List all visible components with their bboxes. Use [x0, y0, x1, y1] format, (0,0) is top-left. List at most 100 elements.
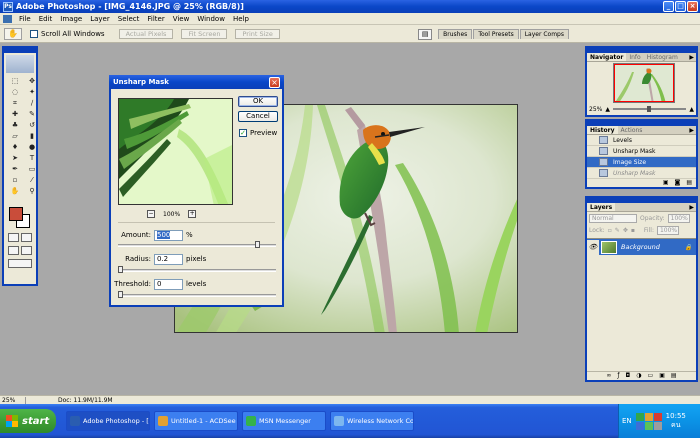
clock[interactable]: 10:55 คน	[666, 412, 686, 430]
shape-tool-icon[interactable]: ▭	[25, 164, 39, 174]
fit-screen-button[interactable]: Fit Screen	[181, 28, 228, 39]
security-icon[interactable]	[653, 412, 662, 421]
notes-tool-icon[interactable]: ▫	[8, 175, 22, 185]
opacity-field[interactable]: 100%	[667, 213, 690, 223]
maximize-button[interactable]: □	[675, 1, 686, 12]
tab-histogram[interactable]: Histogram	[644, 53, 681, 61]
messenger-icon[interactable]	[644, 421, 653, 430]
lock-all-icon[interactable]: ▪	[631, 227, 635, 234]
tab-navigator[interactable]: Navigator	[587, 53, 627, 61]
threshold-slider[interactable]	[118, 291, 276, 298]
usb-icon[interactable]	[653, 421, 662, 430]
radius-slider-thumb[interactable]	[118, 266, 123, 273]
full-screen-mode-button[interactable]	[21, 246, 32, 255]
pen-tool-icon[interactable]: ✒	[8, 164, 22, 174]
history-brush-tool-icon[interactable]: ↺	[25, 120, 39, 130]
hand-tool-preset-icon[interactable]: ✋	[4, 27, 22, 40]
menu-select[interactable]: Select	[114, 15, 144, 23]
delete-icon[interactable]: ▤	[686, 179, 692, 187]
language-indicator[interactable]: EN	[622, 417, 632, 425]
menu-edit[interactable]: Edit	[35, 15, 57, 23]
slice-tool-icon[interactable]: ∕	[25, 98, 39, 108]
tab-info[interactable]: Info	[626, 53, 643, 61]
layer-mask-icon[interactable]: ◘	[626, 372, 631, 380]
filter-preview[interactable]	[118, 98, 233, 205]
menu-file[interactable]: File	[15, 15, 35, 23]
lock-image-icon[interactable]: ✎	[615, 227, 620, 234]
zoom-tool-icon[interactable]: ⚲	[25, 186, 39, 196]
new-document-icon[interactable]: ▣	[663, 179, 669, 187]
menu-layer[interactable]: Layer	[86, 15, 114, 23]
menu-view[interactable]: View	[169, 15, 194, 23]
history-item-selected[interactable]: Image Size	[587, 157, 696, 168]
zoom-in-icon[interactable]: ▲	[689, 106, 694, 113]
new-layer-icon[interactable]: ▣	[659, 372, 665, 380]
ok-button[interactable]: OK	[238, 96, 278, 107]
navigator-zoom-knob[interactable]	[646, 106, 651, 112]
crop-tool-icon[interactable]: ⌗	[8, 98, 22, 108]
delete-layer-icon[interactable]: ▤	[671, 372, 677, 380]
cancel-button[interactable]: Cancel	[238, 111, 278, 122]
history-item[interactable]: Unsharp Mask	[587, 168, 696, 179]
status-doc-size[interactable]: Doc: 11.9M/11.9M	[26, 397, 113, 404]
print-size-button[interactable]: Print Size	[235, 28, 280, 39]
foreground-color-swatch[interactable]	[9, 207, 23, 221]
preview-zoom-out-button[interactable]: −	[147, 210, 155, 218]
threshold-slider-thumb[interactable]	[118, 291, 123, 298]
adobe-online-icon[interactable]	[6, 55, 34, 73]
network-icon[interactable]	[635, 412, 644, 421]
fill-field[interactable]: 100%	[656, 225, 679, 235]
standard-mode-button[interactable]	[8, 233, 19, 242]
menu-image[interactable]: Image	[56, 15, 86, 23]
tab-history[interactable]: History	[587, 126, 618, 134]
radius-slider[interactable]	[118, 266, 276, 273]
new-group-icon[interactable]: ▭	[648, 372, 654, 380]
minimize-button[interactable]: _	[663, 1, 674, 12]
preview-zoom-in-button[interactable]: +	[188, 210, 197, 218]
tab-layers[interactable]: Layers	[587, 203, 616, 211]
path-selection-tool-icon[interactable]: ➤	[8, 153, 22, 163]
task-acdsee[interactable]: Untitled-1 - ACDSee ...	[154, 411, 238, 431]
menu-filter[interactable]: Filter	[143, 15, 168, 23]
brush-tool-icon[interactable]: ✎	[25, 109, 39, 119]
zoom-out-icon[interactable]: ▲	[605, 106, 610, 113]
new-snapshot-icon[interactable]: ◙	[675, 179, 681, 187]
task-wireless[interactable]: Wireless Network Co...	[330, 411, 414, 431]
task-photoshop[interactable]: Adobe Photoshop - [I...	[66, 411, 150, 431]
quick-mask-mode-button[interactable]	[21, 233, 32, 242]
actual-pixels-button[interactable]: Actual Pixels	[118, 28, 174, 39]
document-menu-icon[interactable]	[3, 14, 12, 23]
eraser-tool-icon[interactable]: ▱	[8, 131, 22, 141]
jump-to-imageready-button[interactable]	[8, 259, 32, 268]
gradient-tool-icon[interactable]: ▮	[25, 131, 39, 141]
amount-slider-thumb[interactable]	[254, 241, 260, 248]
tab-tool-presets[interactable]: Tool Presets	[473, 29, 519, 39]
tab-brushes[interactable]: Brushes	[438, 29, 473, 39]
dodge-tool-icon[interactable]: ●	[25, 142, 39, 152]
scroll-all-windows-checkbox[interactable]	[30, 29, 38, 38]
marquee-tool-icon[interactable]: ⬚	[8, 76, 22, 86]
history-item[interactable]: Levels	[587, 135, 696, 146]
navigator-thumbnail[interactable]	[613, 63, 675, 103]
file-browser-icon[interactable]: ▤	[418, 28, 433, 40]
standard-screen-mode-button[interactable]	[8, 246, 19, 255]
dialog-close-button[interactable]: ×	[269, 77, 280, 88]
clone-stamp-tool-icon[interactable]: ♣	[8, 120, 22, 130]
link-layers-icon[interactable]: ∞	[606, 372, 611, 380]
amount-slider[interactable]	[118, 241, 276, 248]
preview-checkbox[interactable]: ✓	[239, 129, 247, 137]
navigator-view-box[interactable]	[614, 64, 674, 102]
lasso-tool-icon[interactable]: ◌	[8, 87, 22, 97]
lock-position-icon[interactable]: ✥	[623, 227, 628, 234]
preview-checkbox-row[interactable]: ✓ Preview	[239, 129, 277, 137]
menu-help[interactable]: Help	[229, 15, 253, 23]
palette-menu-icon[interactable]: ▶	[689, 53, 696, 61]
healing-brush-tool-icon[interactable]: ✚	[8, 109, 22, 119]
volume-icon[interactable]	[644, 412, 653, 421]
radius-input[interactable]: 0.2	[154, 253, 183, 265]
layer-row-background[interactable]: 👁 Background 🔒	[587, 238, 696, 255]
threshold-input[interactable]: 0	[154, 278, 183, 290]
type-tool-icon[interactable]: T	[25, 153, 39, 163]
navigator-zoom[interactable]: 25%	[589, 106, 602, 113]
dialog-title-bar[interactable]: Unsharp Mask	[109, 75, 284, 89]
